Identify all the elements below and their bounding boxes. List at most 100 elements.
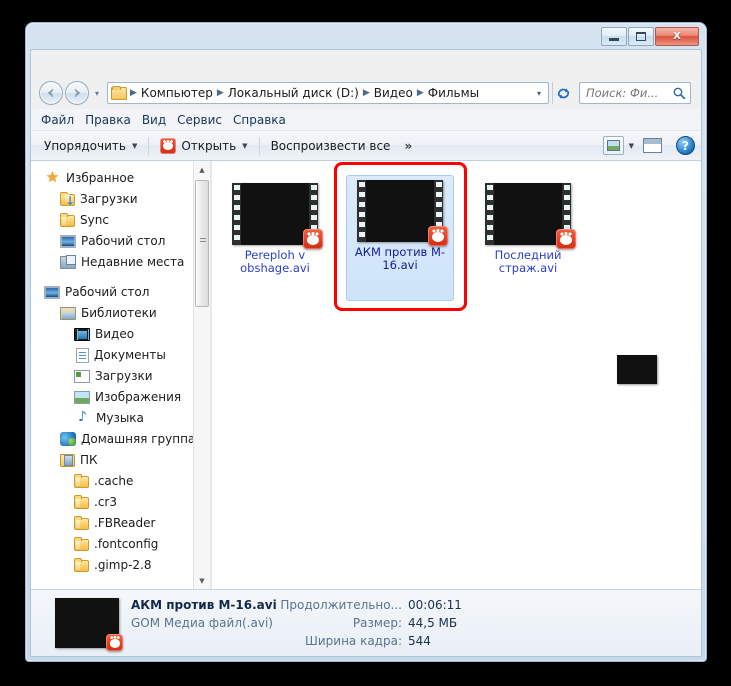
breadcrumb-2[interactable]: Видео [371,85,416,101]
file-item-selected[interactable]: АКМ против M-16.avi [346,175,454,301]
menu-view[interactable]: Вид [142,112,177,128]
sidebar-item-cr3[interactable]: .cr3 [31,491,210,512]
toolbar-right-group: ▼ ? [602,136,695,155]
gom-player-icon [556,229,576,249]
downloads-library-icon [74,370,90,383]
help-button[interactable]: ? [676,136,695,155]
scroll-down-arrow-icon[interactable]: ▼ [194,572,211,589]
sidebar-item-label: .cache [94,473,134,488]
details-blank [131,634,294,649]
forward-arrow-icon [74,88,81,98]
sidebar-item-downloads-library[interactable]: Загрузки [31,365,210,386]
file-item[interactable]: Pereploh v obshage.avi [221,179,329,278]
sidebar-item-gimp[interactable]: .gimp-2.8 [31,554,210,575]
scrollbar-thumb[interactable] [195,180,209,307]
address-bar-row: ▾ ▶ Компьютер ▶ Локальный диск (D:) ▶ Ви… [31,77,701,109]
star-icon: ★ [45,167,60,186]
details-size-value: 44,5 МБ [408,616,458,630]
menu-edit[interactable]: Правка [85,112,142,128]
sidebar-item-sync[interactable]: Sync [31,209,210,230]
minimize-button[interactable] [601,27,627,46]
sidebar-item-label: Загрузки [80,191,138,206]
forward-button[interactable] [65,81,89,105]
menu-file[interactable]: Файл [41,112,85,128]
sidebar-item-pictures[interactable]: Изображения [31,386,210,407]
title-bar: X [26,23,706,50]
details-duration-label: Продолжительно... [280,598,402,612]
change-view-button[interactable] [602,136,624,155]
organize-label: Упорядочить [44,138,126,153]
sidebar-item-video[interactable]: Видео [31,323,210,344]
sidebar-group-desktop[interactable]: Рабочий стол [31,281,210,302]
video-thumbnail [357,180,448,246]
breadcrumb-1[interactable]: Локальный диск (D:) [225,85,362,101]
sidebar-item-label: Изображения [95,389,182,404]
navigation-pane[interactable]: ★ Избранное Загрузки Sync Рабочий стол [31,161,211,589]
libraries-icon [60,307,76,320]
details-filetype: GOM Медиа файл(.avi) [131,616,273,630]
sidebar-item-cache[interactable]: .cache [31,470,210,491]
organize-button[interactable]: Упорядочить ▼ [37,136,144,156]
view-chevron-down-icon[interactable]: ▼ [629,142,634,150]
sidebar-item-desktop[interactable]: Рабочий стол [31,230,210,251]
navigation-pane-scrollbar[interactable]: ▲ ▼ [193,161,210,589]
address-dropdown-icon[interactable]: ▾ [532,89,546,98]
folder-icon [74,557,89,572]
history-dropdown-button[interactable]: ▾ [91,89,103,98]
sidebar-item-downloads[interactable]: Загрузки [31,188,210,209]
toolbar-overflow-button[interactable]: » [397,136,419,156]
details-thumbnail [55,598,123,651]
search-input[interactable] [584,85,672,101]
preview-pane-icon[interactable] [643,138,662,153]
maximize-button[interactable] [628,27,654,46]
sidebar-item-label: Недавние места [81,254,185,269]
breadcrumb-separator-1: ▶ [216,88,224,98]
sidebar-item-label: ПК [80,452,98,467]
open-button[interactable]: Открыть ▼ [153,135,254,157]
sidebar-item-label: Sync [80,212,109,227]
sidebar-item-homegroup[interactable]: Домашняя группа [31,428,210,449]
toolbar-separator-2 [258,136,260,155]
details-size-label: Размер: [352,616,402,630]
back-button[interactable] [39,81,63,105]
file-list-view[interactable]: Pereploh v obshage.avi АКМ против M-16.a… [211,161,701,589]
gom-player-icon [106,634,123,651]
folder-icon [74,494,89,509]
file-item[interactable]: Последний страж.avi [474,179,582,278]
gom-player-icon [160,137,177,154]
refresh-button[interactable] [552,82,574,104]
sidebar-item-label: Рабочий стол [65,284,150,299]
film-perforation-left [357,180,366,242]
sidebar-item-fontconfig[interactable]: .fontconfig [31,533,210,554]
breadcrumb-3[interactable]: Фильмы [425,85,482,101]
explorer-body: ★ Избранное Загрузки Sync Рабочий стол [31,161,701,589]
sidebar-item-recent-places[interactable]: Недавние места [31,251,210,272]
search-box[interactable] [579,82,691,104]
sidebar-item-music[interactable]: ♪ Музыка [31,407,210,428]
sidebar-group-favorites[interactable]: ★ Избранное [31,167,210,188]
thumbnail-image [622,356,652,383]
menu-help[interactable]: Справка [233,112,297,128]
breadcrumb-0[interactable]: Компьютер [138,85,216,101]
sidebar-item-fbreader[interactable]: .FBReader [31,512,210,533]
close-button[interactable]: X [655,27,699,46]
details-filename: АКМ против M-16.avi [131,598,277,612]
menu-tools[interactable]: Сервис [177,112,233,128]
sidebar-item-pk[interactable]: ПК [31,449,210,470]
address-bar[interactable]: ▶ Компьютер ▶ Локальный диск (D:) ▶ Виде… [107,82,549,104]
sidebar-item-libraries[interactable]: Библиотеки [31,302,210,323]
music-library-icon: ♪ [78,408,87,425]
thumbnail-image [241,185,309,243]
sidebar-item-label: .fontconfig [94,536,159,551]
scroll-up-arrow-icon[interactable]: ▲ [194,161,211,178]
play-all-button[interactable]: Воспроизвести все [264,136,398,156]
sidebar-item-label: Избранное [66,170,135,185]
open-label: Открыть [181,138,237,153]
details-framewidth-value: 544 [408,634,431,648]
sidebar-item-documents[interactable]: Документы [31,344,210,365]
film-perforation-left [232,183,241,245]
folder-icon [74,473,89,488]
details-pane: АКМ против M-16.avi GOM Медиа файл(.avi)… [31,589,701,656]
command-toolbar: Упорядочить ▼ Открыть ▼ Воспроизвести вс… [31,131,701,161]
window-controls: X [601,27,699,46]
